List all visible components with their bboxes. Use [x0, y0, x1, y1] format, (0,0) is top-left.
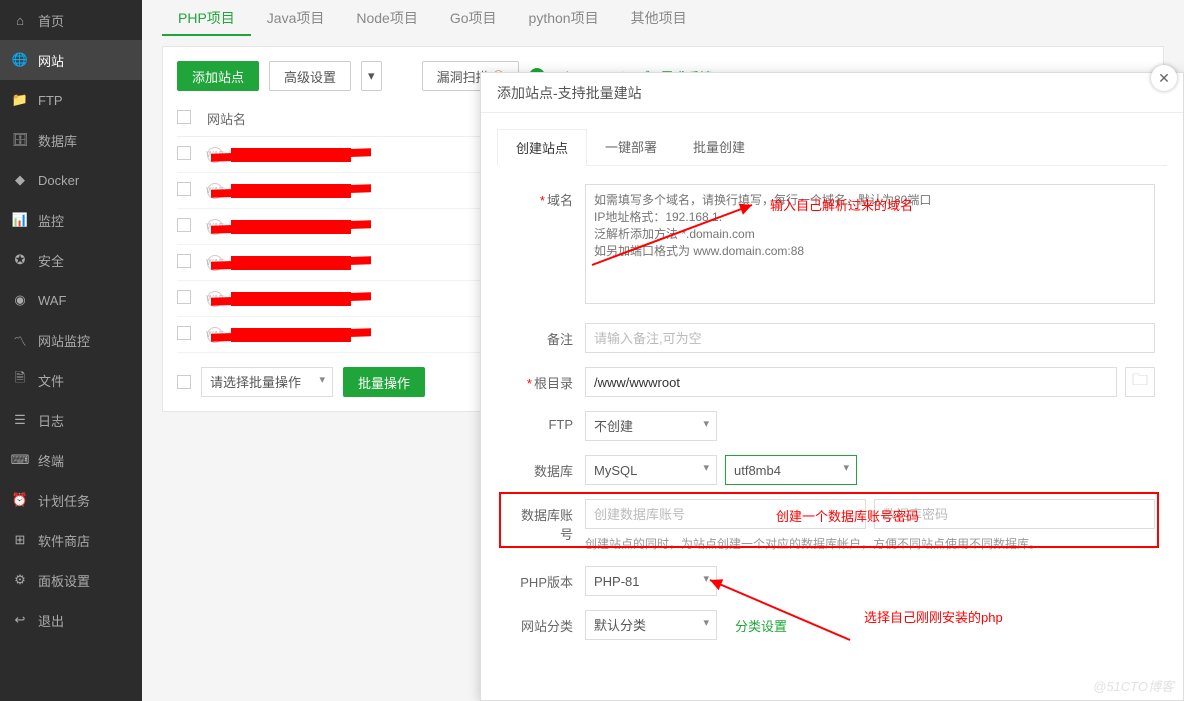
- batch-select[interactable]: 请选择批量操作: [201, 367, 333, 397]
- annotation-dbacct: 创建一个数据库账号密码: [776, 506, 919, 525]
- remark-input[interactable]: [585, 323, 1155, 353]
- sidebar-item-3[interactable]: 🗄数据库: [0, 120, 142, 160]
- store-icon: ⊞: [12, 532, 28, 548]
- category-settings-link[interactable]: 分类设置: [735, 616, 787, 635]
- sidebar-item-10[interactable]: ☰日志: [0, 400, 142, 440]
- settings-icon: ⚙: [12, 572, 28, 588]
- database-select[interactable]: MySQL: [585, 455, 717, 485]
- project-tab-4[interactable]: python项目: [513, 0, 615, 36]
- sidebar-item-11[interactable]: ⌨终端: [0, 440, 142, 480]
- modal-tab-2[interactable]: 批量创建: [675, 129, 763, 165]
- advanced-chevron-button[interactable]: ▾: [361, 61, 382, 91]
- globe-icon: 🌐: [12, 52, 28, 68]
- sidebar-item-2[interactable]: 📁FTP: [0, 80, 142, 120]
- file-icon: 🗎: [12, 372, 28, 388]
- sidebar-item-4[interactable]: ◆Docker: [0, 160, 142, 200]
- sidebar-item-14[interactable]: ⚙面板设置: [0, 560, 142, 600]
- batch-action-button[interactable]: 批量操作: [343, 367, 425, 397]
- redacted-sitename: [231, 256, 351, 270]
- log-icon: ☰: [12, 412, 28, 428]
- sidebar: ⌂首页🌐网站📁FTP🗄数据库◆Docker📊监控✪安全◉WAF〽网站监控🗎文件☰…: [0, 0, 142, 701]
- modal-tab-1[interactable]: 一键部署: [587, 129, 675, 165]
- row-checkbox[interactable]: [177, 182, 191, 196]
- sidebar-item-12[interactable]: ⏰计划任务: [0, 480, 142, 520]
- annotation-domain: 输入自己解析过来的域名: [770, 195, 913, 214]
- row-checkbox[interactable]: [177, 146, 191, 160]
- redacted-sitename: [231, 220, 351, 234]
- annotation-php: 选择自己刚刚安装的php: [864, 607, 1003, 626]
- modal-tab-0[interactable]: 创建站点: [497, 129, 587, 166]
- sidebar-item-0[interactable]: ⌂首页: [0, 0, 142, 40]
- advanced-settings-button[interactable]: 高级设置: [269, 61, 351, 91]
- modal-title: 添加站点-支持批量建站: [481, 73, 1183, 113]
- row-checkbox[interactable]: [177, 254, 191, 268]
- project-tab-0[interactable]: PHP项目: [162, 0, 251, 36]
- monitor-icon: 📊: [12, 212, 28, 228]
- logout-icon: ↩: [12, 612, 28, 628]
- redacted-sitename: [231, 292, 351, 306]
- create-site-form: *域名 备注 *根目录 🗀 FTP 不创建 数据库 MySQL utf8mb4: [481, 166, 1183, 664]
- add-site-modal: ✕ 添加站点-支持批量建站 创建站点一键部署批量创建 *域名 备注 *根目录 🗀…: [480, 72, 1184, 701]
- batch-select-checkbox[interactable]: [177, 375, 191, 389]
- docker-icon: ◆: [12, 172, 28, 188]
- ftp-select[interactable]: 不创建: [585, 411, 717, 441]
- waf-icon: ◉: [12, 292, 28, 308]
- select-all-checkbox[interactable]: [177, 110, 191, 124]
- project-tab-2[interactable]: Node项目: [340, 0, 433, 36]
- terminal-icon: ⌨: [12, 452, 28, 468]
- redacted-sitename: [231, 184, 351, 198]
- sidebar-item-5[interactable]: 📊监控: [0, 200, 142, 240]
- sidebar-item-13[interactable]: ⊞软件商店: [0, 520, 142, 560]
- project-tab-1[interactable]: Java项目: [251, 0, 341, 36]
- sidebar-item-1[interactable]: 🌐网站: [0, 40, 142, 80]
- root-dir-input[interactable]: [585, 367, 1117, 397]
- sidebar-item-8[interactable]: 〽网站监控: [0, 320, 142, 360]
- folder-icon: 📁: [12, 92, 28, 108]
- row-checkbox[interactable]: [177, 290, 191, 304]
- chart-icon: 〽: [12, 332, 28, 348]
- project-tabs: PHP项目Java项目Node项目Go项目python项目其他项目: [162, 0, 1164, 36]
- row-checkbox[interactable]: [177, 218, 191, 232]
- redacted-sitename: [231, 148, 351, 162]
- db-helper-text: 创建站点的同时，为站点创建一个对应的数据库帐户，方便不同站点使用不同数据库。: [585, 535, 1155, 552]
- watermark: @51CTO博客: [1093, 676, 1174, 695]
- project-tab-3[interactable]: Go项目: [434, 0, 513, 36]
- site-category-select[interactable]: 默认分类: [585, 610, 717, 640]
- sidebar-item-7[interactable]: ◉WAF: [0, 280, 142, 320]
- database-icon: 🗄: [12, 132, 28, 148]
- home-icon: ⌂: [12, 12, 28, 28]
- row-checkbox[interactable]: [177, 326, 191, 340]
- sidebar-item-9[interactable]: 🗎文件: [0, 360, 142, 400]
- col-sitename: 网站名: [207, 109, 246, 128]
- browse-folder-icon[interactable]: 🗀: [1125, 367, 1155, 397]
- clock-icon: ⏰: [12, 492, 28, 508]
- charset-select[interactable]: utf8mb4: [725, 455, 857, 485]
- sidebar-item-6[interactable]: ✪安全: [0, 240, 142, 280]
- modal-tabs: 创建站点一键部署批量创建: [497, 129, 1167, 166]
- add-site-button[interactable]: 添加站点: [177, 61, 259, 91]
- close-icon[interactable]: ✕: [1151, 65, 1177, 91]
- sidebar-item-15[interactable]: ↩退出: [0, 600, 142, 640]
- php-version-select[interactable]: PHP-81: [585, 566, 717, 596]
- project-tab-5[interactable]: 其他项目: [615, 0, 703, 36]
- redacted-sitename: [231, 328, 351, 342]
- shield-icon: ✪: [12, 252, 28, 268]
